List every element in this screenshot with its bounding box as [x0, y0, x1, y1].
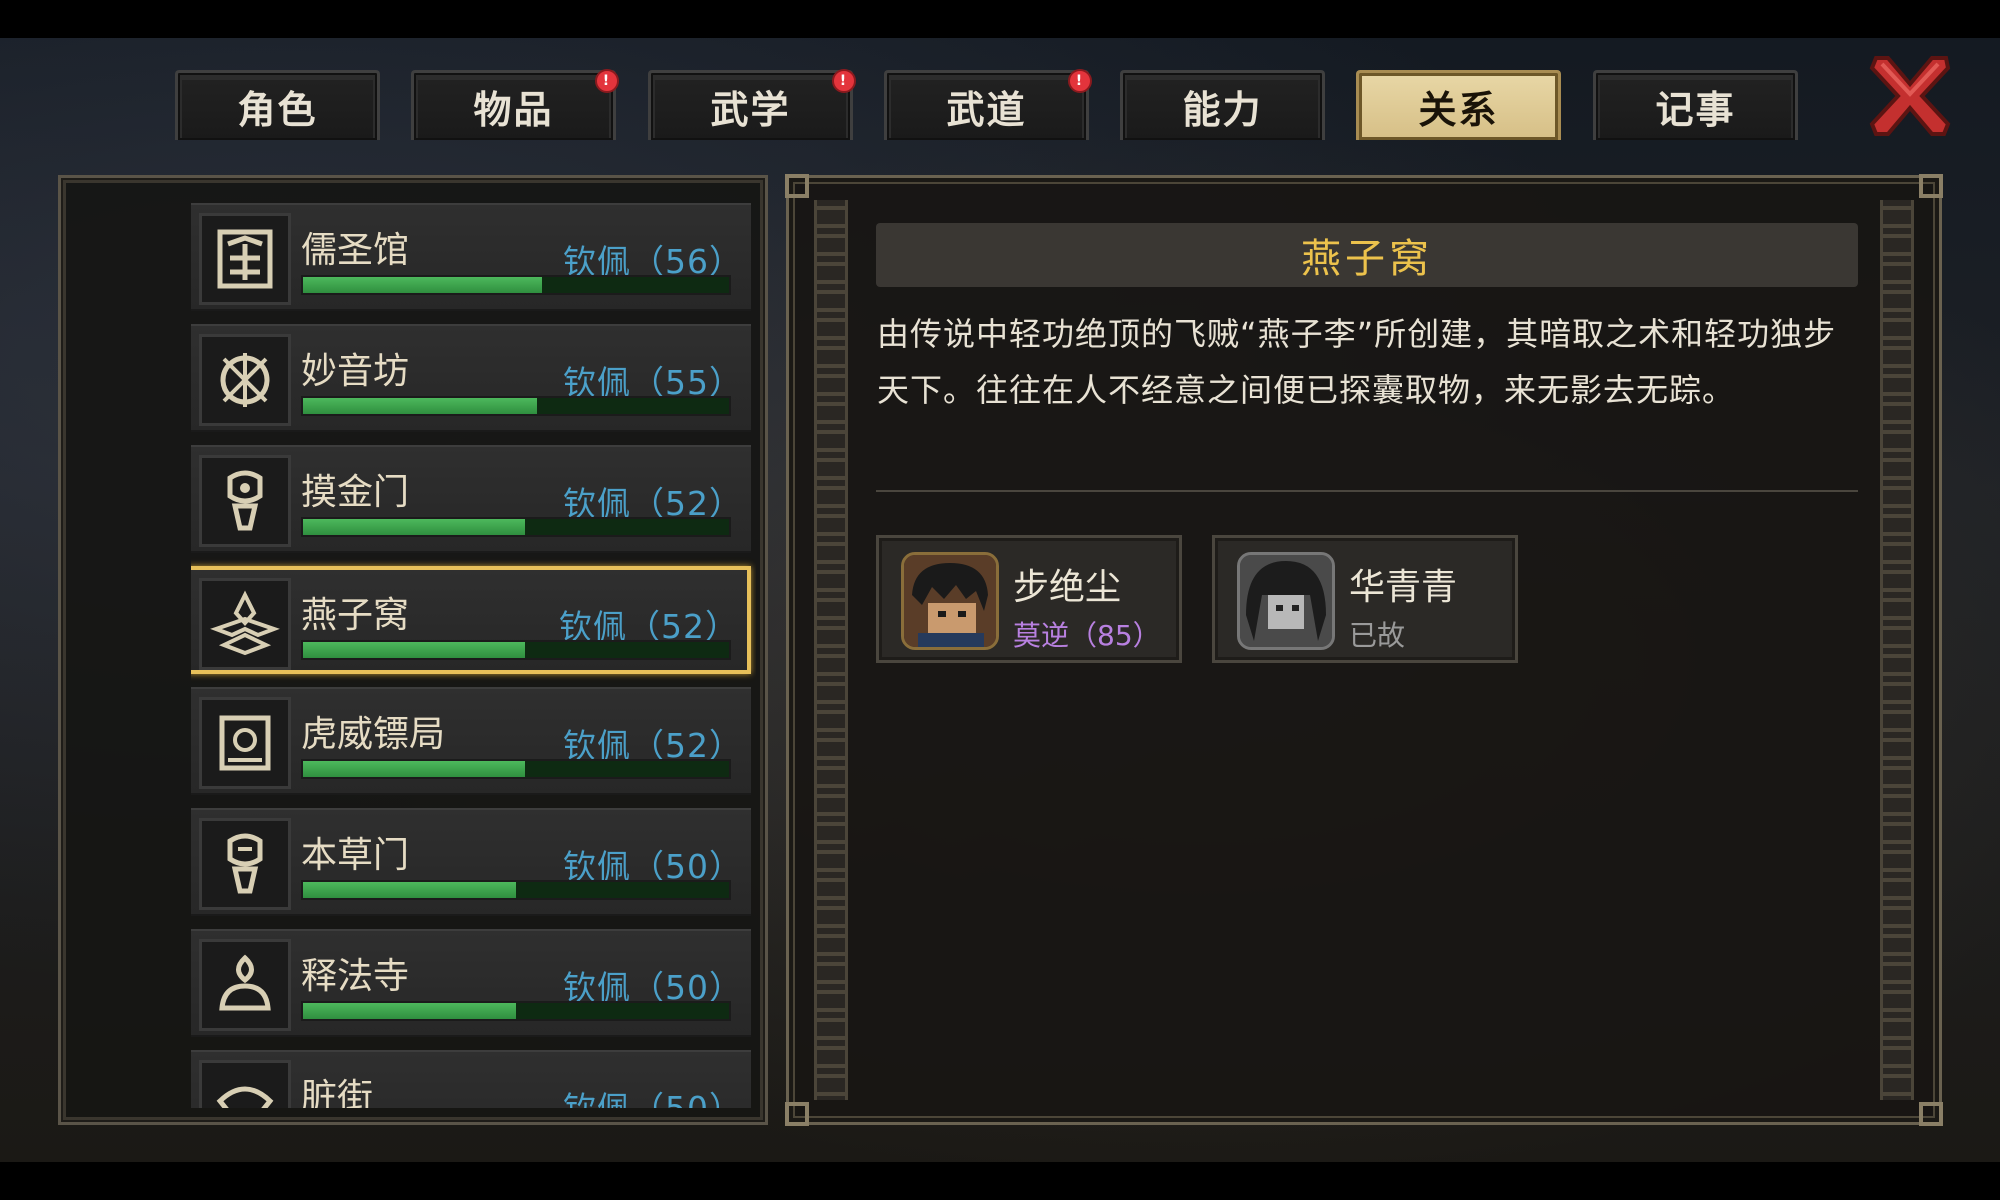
- relation-bar: [301, 640, 731, 660]
- member-card[interactable]: 华青青 已故: [1212, 535, 1518, 663]
- sect-emblem-icon: [199, 334, 291, 426]
- corner-ornament: [1919, 1102, 1943, 1126]
- relation-bar: [301, 759, 731, 779]
- tab-items[interactable]: 物品!: [411, 69, 619, 140]
- notification-badge: !: [832, 69, 856, 93]
- corner-ornament: [785, 1102, 809, 1126]
- tab-martial-arts[interactable]: 武学!: [648, 69, 856, 140]
- tab-journal[interactable]: 记事: [1593, 70, 1798, 140]
- avatar: [901, 552, 999, 650]
- sect-item-miaoyinfang[interactable]: 妙音坊 钦佩（55）: [191, 324, 751, 432]
- sect-name: 摸金门: [301, 472, 410, 513]
- member-status: 莫逆（85）: [1013, 619, 1161, 652]
- sect-name: 妙音坊: [301, 351, 410, 392]
- sect-name: 脏街: [301, 1077, 374, 1108]
- sect-relation: 钦佩（50）: [563, 1082, 743, 1108]
- sect-item-zangjie[interactable]: 脏街 钦佩（50）: [191, 1050, 751, 1108]
- sect-emblem-icon: [199, 455, 291, 547]
- sect-item-rushengguan[interactable]: 儒圣馆 钦佩（56）: [191, 203, 751, 311]
- border-ornament: [814, 200, 848, 1100]
- member-name: 步绝尘: [1013, 567, 1122, 608]
- tab-relations[interactable]: 关系: [1356, 70, 1561, 140]
- sect-name: 本草门: [301, 835, 410, 876]
- member-status: 已故: [1349, 619, 1406, 652]
- sect-description: 由传说中轻功绝顶的飞贼“燕子李”所创建，其暗取之术和轻功独步天下。往往在人不经意…: [877, 315, 1837, 409]
- border-ornament: [1880, 200, 1914, 1100]
- relation-bar: [301, 396, 731, 416]
- notification-badge: !: [1068, 69, 1092, 93]
- relation-bar: [301, 517, 731, 537]
- tab-character[interactable]: 角色: [175, 70, 380, 140]
- close-x-icon[interactable]: [1868, 54, 1952, 138]
- sect-emblem-icon: [199, 578, 291, 670]
- sect-item-mojinmen[interactable]: 摸金门 钦佩（52）: [191, 445, 751, 553]
- sect-emblem-icon: [199, 1060, 291, 1108]
- sect-item-yanziwo[interactable]: 燕子窝 钦佩（52）: [191, 566, 751, 674]
- sect-emblem-icon: [199, 818, 291, 910]
- tab-abilities[interactable]: 能力: [1120, 70, 1325, 140]
- sect-detail-panel: 燕子窝 由传说中轻功绝顶的飞贼“燕子李”所创建，其暗取之术和轻功独步天下。往往在…: [785, 174, 1943, 1126]
- sect-title: 燕子窝: [876, 223, 1858, 287]
- sect-emblem-icon: [199, 939, 291, 1031]
- member-card[interactable]: 步绝尘 莫逆（85）: [876, 535, 1182, 663]
- avatar: [1237, 552, 1335, 650]
- sect-name: 燕子窝: [301, 595, 410, 636]
- tab-martial-way[interactable]: 武道!: [884, 69, 1092, 140]
- sect-emblem-icon: [199, 697, 291, 789]
- corner-ornament: [1919, 174, 1943, 198]
- sect-item-shifasi[interactable]: 释法寺 钦佩（50）: [191, 929, 751, 1037]
- sect-name: 儒圣馆: [301, 230, 410, 271]
- sect-list[interactable]: 儒圣馆 钦佩（56） 妙音坊 钦佩（55） 摸金门 钦佩（52） 燕子窝 钦佩（…: [191, 203, 756, 1108]
- corner-ornament: [785, 174, 809, 198]
- sect-list-panel: 儒圣馆 钦佩（56） 妙音坊 钦佩（55） 摸金门 钦佩（52） 燕子窝 钦佩（…: [58, 175, 768, 1125]
- relation-bar: [301, 275, 731, 295]
- sect-item-bencaomen[interactable]: 本草门 钦佩（50）: [191, 808, 751, 916]
- sect-name: 释法寺: [301, 956, 410, 997]
- notification-badge: !: [595, 69, 619, 93]
- relation-bar: [301, 880, 731, 900]
- relation-bar: [301, 1001, 731, 1021]
- sect-name: 虎威镖局: [301, 714, 446, 755]
- sect-item-huweibiaoju[interactable]: 虎威镖局 钦佩（52）: [191, 687, 751, 795]
- member-name: 华青青: [1349, 567, 1458, 608]
- divider: [876, 490, 1858, 492]
- sect-emblem-icon: [199, 213, 291, 305]
